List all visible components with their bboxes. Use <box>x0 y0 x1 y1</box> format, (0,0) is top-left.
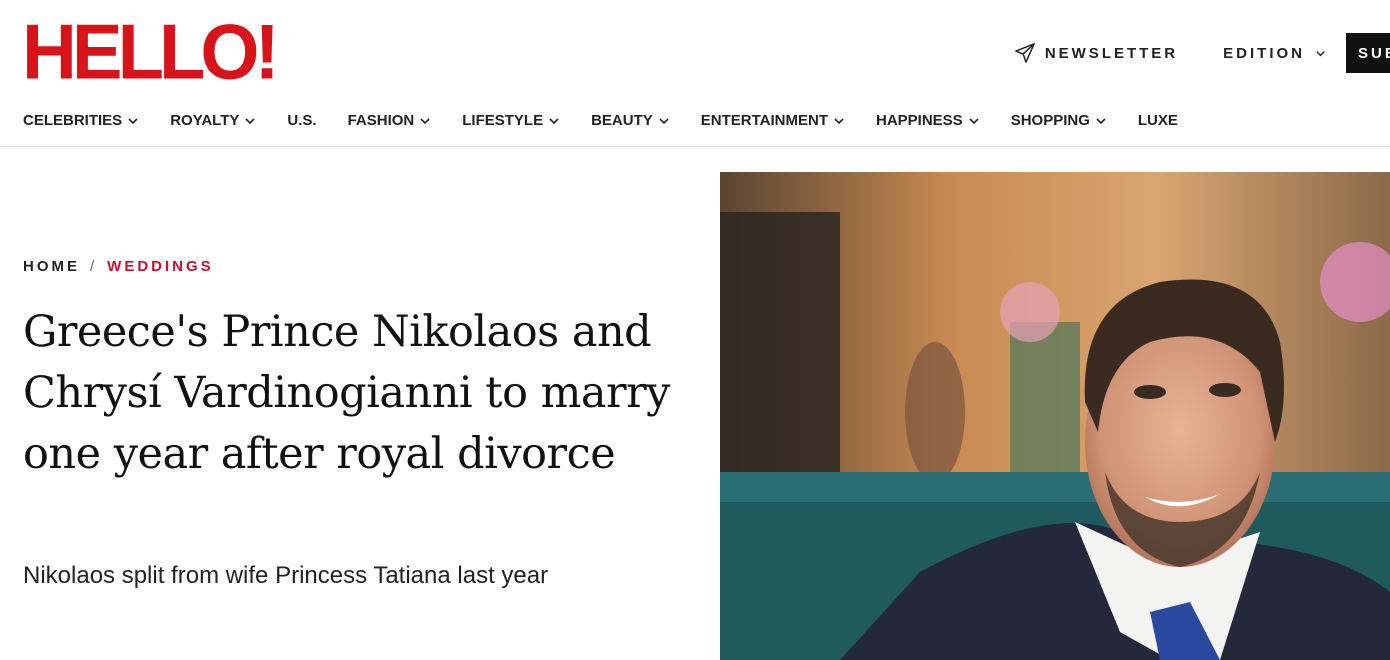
site-header: HELLO! NEWSLETTER EDITION SUBSCRIBE CELE… <box>0 0 1390 147</box>
article-headline: Greece's Prince Nikolaos and Chrysí Vard… <box>23 307 670 479</box>
chevron-down-icon <box>420 117 430 124</box>
nav-item-happiness[interactable]: HAPPINESS <box>876 112 980 129</box>
nav-label: LIFESTYLE <box>462 112 544 129</box>
nav-label: FASHION <box>347 112 415 129</box>
nav-item-us[interactable]: U.S. <box>287 112 316 129</box>
nav-label: BEAUTY <box>591 112 653 129</box>
nav-label: HAPPINESS <box>875 112 963 129</box>
breadcrumb-separator: / <box>90 258 98 275</box>
hello-logo[interactable]: HELLO! <box>22 13 280 92</box>
paper-plane-icon <box>1014 43 1035 63</box>
nav-item-shopping[interactable]: SHOPPING <box>1011 112 1107 129</box>
hero-image <box>720 172 1390 660</box>
nav-label: ENTERTAINMENT <box>700 112 828 129</box>
nav-label: U.S. <box>287 112 317 129</box>
breadcrumb-category-link[interactable]: WEDDINGS <box>107 258 214 275</box>
nav-item-lifestyle[interactable]: LIFESTYLE <box>462 112 560 129</box>
edition-label: EDITION <box>1223 44 1305 62</box>
nav-label: ROYALTY <box>170 112 240 129</box>
nav-label: CELEBRITIES <box>23 112 123 129</box>
chevron-down-icon <box>969 117 979 124</box>
edition-dropdown[interactable]: EDITION <box>1223 45 1326 62</box>
main-nav: CELEBRITIES ROYALTY U.S. FASHION LIFESTY… <box>23 112 1209 129</box>
newsletter-link[interactable]: NEWSLETTER <box>1014 42 1178 64</box>
article-subheadline: Nikolaos split from wife Princess Tatian… <box>23 562 549 589</box>
nav-item-beauty[interactable]: BEAUTY <box>591 112 670 129</box>
chevron-down-icon <box>245 117 255 124</box>
hero-photo-illustration <box>720 172 1390 660</box>
header-actions: NEWSLETTER EDITION SUBSCRIBE <box>1014 33 1390 73</box>
subscribe-button[interactable]: SUBSCRIBE <box>1346 33 1390 73</box>
chevron-down-icon <box>834 117 844 124</box>
nav-label: LUXE <box>1137 112 1178 129</box>
nav-item-celebrities[interactable]: CELEBRITIES <box>23 112 139 129</box>
article-hero-section: HOME / WEDDINGS Greece's Prince Nikolaos… <box>0 147 1390 660</box>
nav-item-royalty[interactable]: ROYALTY <box>170 112 256 129</box>
nav-item-luxe[interactable]: LUXE <box>1138 112 1178 129</box>
chevron-down-icon <box>128 117 138 124</box>
chevron-down-icon <box>549 117 559 124</box>
nav-item-entertainment[interactable]: ENTERTAINMENT <box>701 112 845 129</box>
newsletter-label: NEWSLETTER <box>1044 44 1179 62</box>
breadcrumb-home-link[interactable]: HOME <box>23 258 80 275</box>
chevron-down-icon <box>1316 50 1325 56</box>
chevron-down-icon <box>659 117 669 124</box>
nav-item-fashion[interactable]: FASHION <box>348 112 432 129</box>
breadcrumb: HOME / WEDDINGS <box>23 258 214 275</box>
chevron-down-icon <box>1096 117 1106 124</box>
nav-label: SHOPPING <box>1010 112 1090 129</box>
